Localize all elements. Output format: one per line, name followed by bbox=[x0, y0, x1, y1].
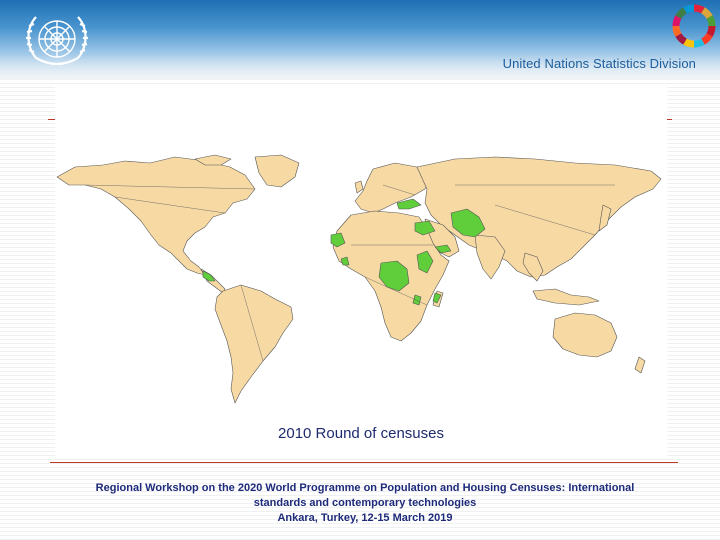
footer-line-1: Regional Workshop on the 2020 World Prog… bbox=[95, 482, 635, 494]
footer-line-3: Ankara, Turkey, 12-15 March 2019 bbox=[277, 512, 453, 524]
new-zealand-islands bbox=[634, 356, 646, 374]
australia-landmass bbox=[552, 312, 618, 358]
division-name: United Nations Statistics Division bbox=[502, 56, 696, 71]
footer-line-2: standards and contemporary technologies bbox=[253, 497, 477, 509]
world-map bbox=[56, 154, 662, 404]
indonesia-islands bbox=[532, 288, 600, 306]
map-caption: 2010 Round of censuses bbox=[278, 425, 444, 442]
map-panel: 2010 Round of censuses bbox=[55, 85, 667, 457]
un-emblem-icon bbox=[26, 16, 88, 66]
sdg-wheel-icon bbox=[672, 4, 716, 48]
highlight-central-america bbox=[202, 270, 216, 282]
bottom-divider-line bbox=[50, 462, 678, 463]
uk-island bbox=[354, 180, 364, 194]
south-america-landmass bbox=[214, 284, 294, 404]
footer-text: Regional Workshop on the 2020 World Prog… bbox=[40, 481, 690, 526]
greenland-landmass bbox=[254, 154, 300, 188]
north-america-landmass bbox=[56, 156, 256, 276]
